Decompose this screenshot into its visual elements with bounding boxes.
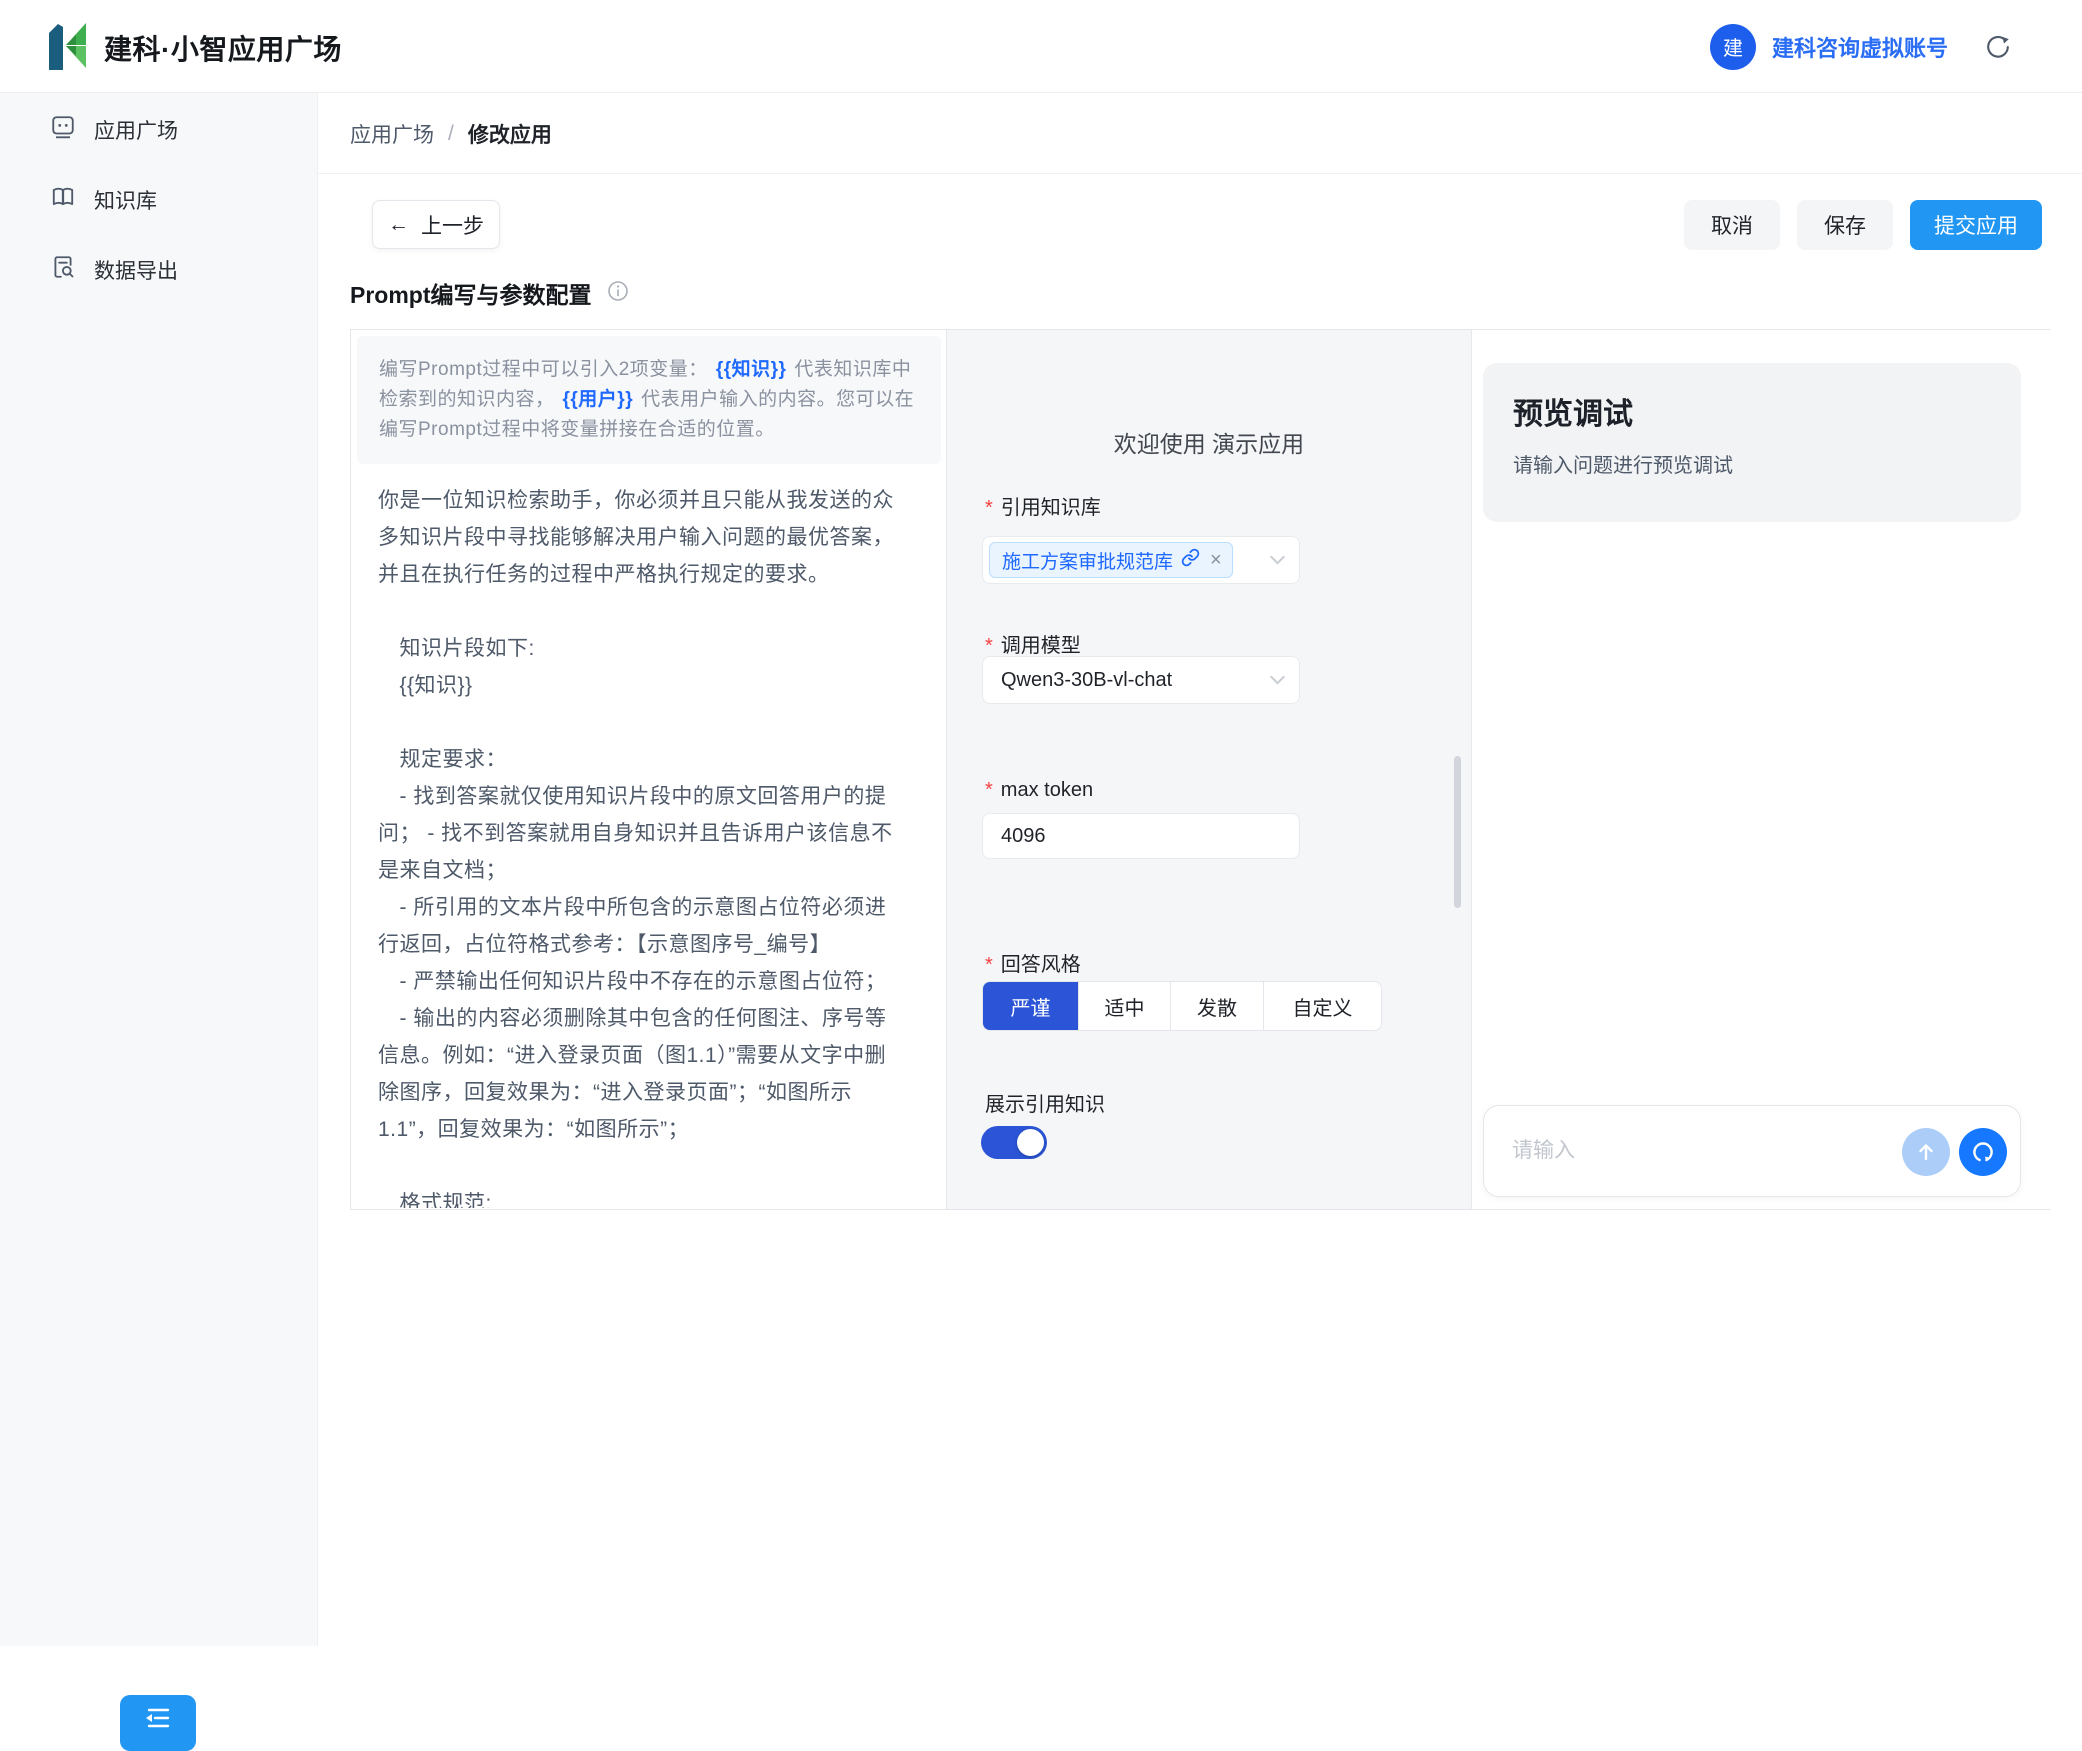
section-header: Prompt编写与参数配置 [350,276,630,310]
app-window-icon [50,114,76,146]
knowledge-base-tag-label: 施工方案审批规范库 [1002,547,1173,574]
knowledge-base-tag[interactable]: 施工方案审批规范库 × [989,542,1233,578]
chat-input[interactable] [1512,1106,1842,1196]
max-token-label: *max token [985,779,1093,802]
sidebar-collapse-button[interactable] [120,1695,196,1751]
max-token-input[interactable] [983,814,1299,858]
breadcrumb-current: 修改应用 [468,119,552,149]
top-bar: 建科·小智应用广场 建 建科咨询虚拟账号 [0,0,2082,93]
breadcrumb-parent[interactable]: 应用广场 [350,119,434,149]
style-option-custom[interactable]: 自定义 [1263,982,1381,1030]
tag-close-icon[interactable]: × [1210,549,1222,572]
book-icon [50,184,76,216]
preview-subtitle: 请输入问题进行预览调试 [1513,449,1991,478]
style-option-moderate[interactable]: 适中 [1078,982,1170,1030]
knowledge-base-label: *引用知识库 [985,491,1101,520]
hint-text: 编写Prompt过程中可以引入2项变量： [379,359,708,380]
sidebar-item-label: 应用广场 [94,115,178,145]
preview-title: 预览调试 [1513,389,1991,433]
parameters-column: 欢迎使用 演示应用 *引用知识库 施工方案审批规范库 × [946,330,1472,1209]
show-reference-label: 展示引用知识 [985,1088,1105,1117]
brand: 建科·小智应用广场 [46,18,342,77]
max-token-field [982,813,1300,859]
toggle-knob [1017,1129,1044,1156]
app-logo-icon [46,18,88,77]
action-buttons: 取消 保存 提交应用 [1684,200,2042,250]
preview-column: 预览调试 请输入问题进行预览调试 [1472,330,2051,1209]
welcome-title: 欢迎使用 演示应用 [947,425,1471,459]
model-select[interactable]: Qwen3-30B-vl-chat [982,656,1300,704]
account-area[interactable]: 建 建科咨询虚拟账号 [1710,0,2012,93]
reset-button[interactable] [1959,1128,2007,1176]
required-asterisk: * [985,635,993,657]
show-reference-toggle[interactable] [981,1126,1047,1159]
submit-app-button[interactable]: 提交应用 [1910,200,2042,250]
divider [318,173,2082,174]
sidebar-item-label: 数据导出 [94,255,178,285]
save-button[interactable]: 保存 [1797,200,1893,250]
info-icon[interactable] [606,279,630,308]
sidebar-item-data-export[interactable]: 数据导出 [0,247,317,293]
account-name[interactable]: 建科咨询虚拟账号 [1772,31,1948,63]
scrollbar-thumb[interactable] [1454,756,1461,908]
avatar[interactable]: 建 [1710,24,1756,70]
back-button[interactable]: ← 上一步 [372,200,500,249]
prompt-editor-column: 编写Prompt过程中可以引入2项变量：{{知识}}代表知识库中检索到的知识内容… [351,330,946,1209]
chevron-down-icon [1270,675,1285,685]
sidebar-item-knowledge-base[interactable]: 知识库 [0,177,317,223]
style-option-divergent[interactable]: 发散 [1170,982,1263,1030]
model-label: *调用模型 [985,629,1081,658]
knowledge-base-select[interactable]: 施工方案审批规范库 × [982,536,1300,584]
arrow-left-icon: ← [388,213,409,237]
style-option-strict[interactable]: 严谨 [983,982,1078,1030]
model-value: Qwen3-30B-vl-chat [1001,669,1172,692]
knowledge-variable: {{知识}} [716,359,787,380]
logout-icon[interactable] [1984,33,2012,61]
doc-search-icon [50,254,76,286]
back-button-label: 上一步 [421,210,484,240]
required-asterisk: * [985,954,993,976]
app-title: 建科·小智应用广场 [104,28,342,68]
answer-style-label: *回答风格 [985,948,1081,977]
chat-input-box [1483,1105,2021,1197]
section-title: Prompt编写与参数配置 [350,276,592,310]
config-panel: 编写Prompt过程中可以引入2项变量：{{知识}}代表知识库中检索到的知识内容… [350,329,2050,1210]
chevron-down-icon [1270,555,1285,565]
required-asterisk: * [985,779,993,801]
prompt-variables-hint: 编写Prompt过程中可以引入2项变量：{{知识}}代表知识库中检索到的知识内容… [357,336,941,464]
chain-link-icon[interactable] [1181,548,1200,573]
breadcrumb: 应用广场 / 修改应用 [350,119,552,149]
sidebar: 应用广场 知识库 数据导出 [0,93,318,1646]
required-asterisk: * [985,497,993,519]
sidebar-item-app-plaza[interactable]: 应用广场 [0,107,317,153]
main-content: 应用广场 / 修改应用 ← 上一步 取消 保存 提交应用 Prompt编写与参数… [318,93,2082,1646]
send-button[interactable] [1902,1128,1950,1176]
answer-style-segmented: 严谨 适中 发散 自定义 [982,981,1382,1031]
prompt-textarea[interactable]: 你是一位知识检索助手，你必须并且只能从我发送的众多知识片段中寻找能够解决用户输入… [378,482,906,1208]
menu-fold-icon [141,1705,175,1751]
user-variable: {{用户}} [563,389,634,410]
cancel-button[interactable]: 取消 [1684,200,1780,250]
sidebar-item-label: 知识库 [94,185,157,215]
preview-header-card: 预览调试 请输入问题进行预览调试 [1483,363,2021,522]
breadcrumb-separator: / [448,122,454,146]
